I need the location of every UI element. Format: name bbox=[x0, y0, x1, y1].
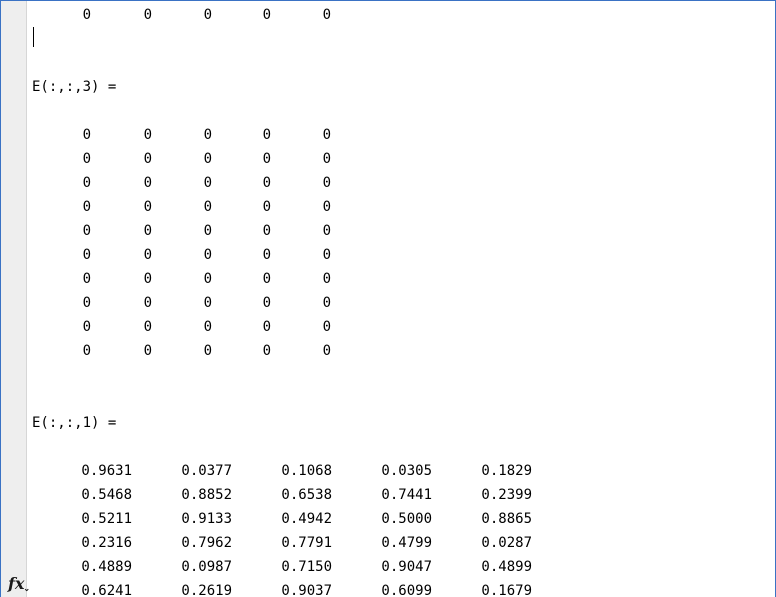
matrix-cell: 0.0305 bbox=[381, 463, 432, 479]
matrix-cell: 0 bbox=[262, 319, 271, 335]
matrix-cell: 0 bbox=[322, 7, 331, 23]
matrix-cell: 0 bbox=[262, 343, 271, 359]
matrix-cell: 0 bbox=[82, 247, 91, 263]
matrix-cell: 0.0287 bbox=[481, 535, 532, 551]
command-window[interactable]: 0 0 0 0 0 E(:,:,3) = 0 0 0 0 0 0 0 0 0 0 0 0 0 0 0 0 0 0 0 0 0 0 0 0 0… bbox=[0, 0, 776, 597]
matrix-cell: 0.1679 bbox=[481, 583, 532, 597]
matrix-cell: 0 bbox=[203, 127, 212, 143]
matrix-cell: 0.7962 bbox=[181, 535, 232, 551]
matrix-cell: 0.4799 bbox=[381, 535, 432, 551]
matrix-cell: 0 bbox=[203, 175, 212, 191]
matrix-cell: 0 bbox=[322, 151, 331, 167]
matrix-cell: 0 bbox=[322, 223, 331, 239]
matrix-cell: 0.5468 bbox=[81, 487, 132, 503]
matrix-cell: 0 bbox=[262, 223, 271, 239]
matrix-cell: 0.1068 bbox=[281, 463, 332, 479]
matrix-label: E(:,:,3) = bbox=[32, 79, 117, 95]
matrix-cell: 0 bbox=[262, 247, 271, 263]
matrix-cell: 0.4899 bbox=[481, 559, 532, 575]
matrix-cell: 0 bbox=[262, 271, 271, 287]
matrix-label: E(:,:,1) = bbox=[32, 415, 117, 431]
matrix-cell: 0 bbox=[143, 247, 152, 263]
matrix-cell: 0.6538 bbox=[281, 487, 332, 503]
matrix-cell: 0 bbox=[262, 295, 271, 311]
matrix-cell: 0 bbox=[143, 319, 152, 335]
matrix-cell: 0.0377 bbox=[181, 463, 232, 479]
matrix-cell: 0 bbox=[82, 199, 91, 215]
matrix-cell: 0 bbox=[82, 343, 91, 359]
matrix-cell: 0 bbox=[82, 175, 91, 191]
matrix-cell: 0 bbox=[322, 127, 331, 143]
matrix-cell: 0.4889 bbox=[81, 559, 132, 575]
matrix-cell: 0 bbox=[262, 199, 271, 215]
matrix-cell: 0.5000 bbox=[381, 511, 432, 527]
matrix-cell: 0 bbox=[322, 271, 331, 287]
matrix-cell: 0 bbox=[203, 343, 212, 359]
matrix-cell: 0 bbox=[322, 319, 331, 335]
matrix-cell: 0 bbox=[143, 343, 152, 359]
matrix-cell: 0.9133 bbox=[181, 511, 232, 527]
matrix-cell: 0.9631 bbox=[81, 463, 132, 479]
matrix-cell: 0 bbox=[203, 7, 212, 23]
matrix-cell: 0.4942 bbox=[281, 511, 332, 527]
matrix-cell: 0 bbox=[143, 127, 152, 143]
matrix-cell: 0 bbox=[143, 7, 152, 23]
matrix-cell: 0 bbox=[82, 127, 91, 143]
matrix-cell: 0.8865 bbox=[481, 511, 532, 527]
matrix-cell: 0.2619 bbox=[181, 583, 232, 597]
matrix-cell: 0 bbox=[203, 151, 212, 167]
matrix-cell: 0 bbox=[203, 199, 212, 215]
matrix-cell: 0 bbox=[322, 175, 331, 191]
matrix-cell: 0 bbox=[143, 295, 152, 311]
matrix-cell: 0 bbox=[143, 223, 152, 239]
matrix-cell: 0.1829 bbox=[481, 463, 532, 479]
matrix-cell: 0.0987 bbox=[181, 559, 232, 575]
matrix-cell: 0 bbox=[82, 151, 91, 167]
matrix-cell: 0 bbox=[262, 127, 271, 143]
matrix-cell: 0 bbox=[82, 271, 91, 287]
matrix-cell: 0 bbox=[322, 247, 331, 263]
matrix-cell: 0 bbox=[203, 247, 212, 263]
matrix-cell: 0 bbox=[262, 151, 271, 167]
matrix-cell: 0.2399 bbox=[481, 487, 532, 503]
matrix-cell: 0 bbox=[82, 7, 91, 23]
matrix-cell: 0 bbox=[203, 271, 212, 287]
matrix-cell: 0 bbox=[203, 223, 212, 239]
matrix-cell: 0.6099 bbox=[381, 583, 432, 597]
matrix-cell: 0 bbox=[82, 295, 91, 311]
matrix-cell: 0 bbox=[322, 343, 331, 359]
matrix-cell: 0 bbox=[322, 295, 331, 311]
fx-icon[interactable]: fx⌄ bbox=[8, 575, 31, 595]
matrix-cell: 0.2316 bbox=[81, 535, 132, 551]
matrix-cell: 0 bbox=[143, 175, 152, 191]
matrix-cell: 0.5211 bbox=[81, 511, 132, 527]
matrix-cell: 0.7791 bbox=[281, 535, 332, 551]
matrix-cell: 0 bbox=[82, 319, 91, 335]
matrix-cell: 0.6241 bbox=[81, 583, 132, 597]
matrix-cell: 0 bbox=[322, 199, 331, 215]
matrix-cell: 0 bbox=[143, 151, 152, 167]
matrix-cell: 0.8852 bbox=[181, 487, 232, 503]
matrix-cell: 0 bbox=[262, 7, 271, 23]
matrix-cell: 0.9047 bbox=[381, 559, 432, 575]
matrix-cell: 0.7150 bbox=[281, 559, 332, 575]
matrix-cell: 0 bbox=[203, 319, 212, 335]
matrix-cell: 0 bbox=[203, 295, 212, 311]
matrix-cell: 0 bbox=[143, 271, 152, 287]
command-output[interactable]: 0 0 0 0 0 E(:,:,3) = 0 0 0 0 0 0 0 0 0 0 0 0 0 0 0 0 0 0 0 0 0 0 0 0 0… bbox=[1, 1, 775, 597]
matrix-cell: 0 bbox=[143, 199, 152, 215]
matrix-cell: 0 bbox=[262, 175, 271, 191]
matrix-cell: 0.9037 bbox=[281, 583, 332, 597]
matrix-cell: 0.7441 bbox=[381, 487, 432, 503]
matrix-cell: 0 bbox=[82, 223, 91, 239]
